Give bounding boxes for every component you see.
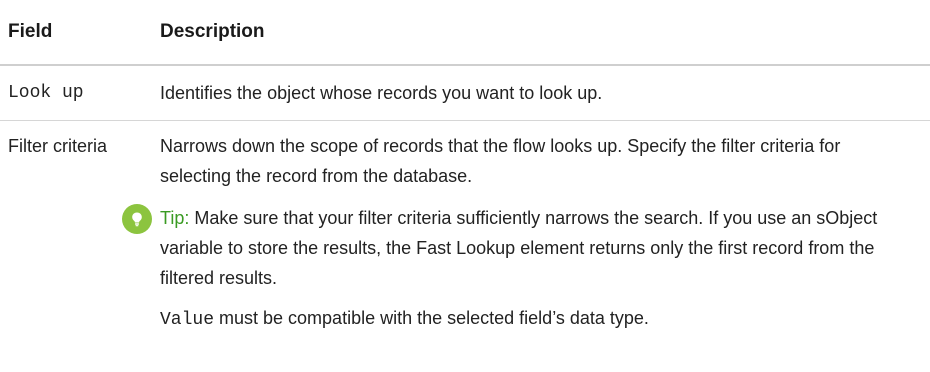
tip-text: Tip: Make sure that your filter criteria… bbox=[160, 203, 900, 293]
value-code: Value bbox=[160, 310, 215, 330]
column-header-description: Description bbox=[160, 21, 265, 42]
table-row: Filter criteria Narrows down the scope o… bbox=[0, 121, 930, 335]
value-note-text: must be compatible with the selected fie… bbox=[214, 308, 649, 328]
column-header-field: Field bbox=[8, 21, 53, 42]
lightbulb-icon bbox=[122, 204, 152, 234]
table-row: Look up Identifies the object whose reco… bbox=[0, 66, 930, 121]
tip-label: Tip: bbox=[160, 208, 190, 228]
table-header-row: Field Description bbox=[0, 0, 930, 66]
tip-body: Make sure that your filter criteria suff… bbox=[160, 208, 878, 288]
field-description-table: Field Description Look up Identifies the… bbox=[0, 0, 930, 335]
tip-callout: Tip: Make sure that your filter criteria… bbox=[122, 203, 900, 293]
field-name-filter-criteria: Filter criteria bbox=[8, 136, 108, 156]
value-note: Value must be compatible with the select… bbox=[160, 303, 900, 335]
field-description-filter-criteria: Narrows down the scope of records that t… bbox=[122, 131, 900, 335]
field-name-look-up: Look up bbox=[8, 83, 84, 103]
filter-criteria-description-text: Narrows down the scope of records that t… bbox=[160, 136, 841, 186]
field-description-look-up: Identifies the object whose records you … bbox=[160, 82, 603, 103]
